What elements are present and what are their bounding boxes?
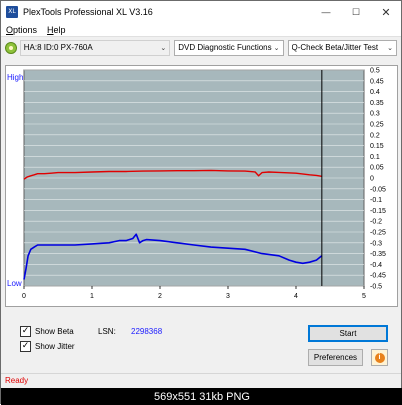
function-select[interactable]: DVD Diagnostic Functions ⌄ <box>174 39 284 56</box>
y-tick-label: -0.15 <box>370 208 386 215</box>
drive-select-value: HA:8 ID:0 PX-760A <box>23 43 93 52</box>
y-tick-label: -0.1 <box>370 197 382 204</box>
x-tick-label: 3 <box>226 293 230 300</box>
y-tick-label: -0.2 <box>370 219 382 226</box>
lsn-label: LSN: <box>98 327 116 336</box>
test-select[interactable]: Q-Check Beta/Jitter Test ⌄ <box>287 39 397 56</box>
status-bar: Ready <box>1 373 401 387</box>
y-tick-label: 0.25 <box>370 122 384 129</box>
toolbar: HA:8 ID:0 PX-760A ⌄ DVD Diagnostic Funct… <box>1 38 401 57</box>
menu-help[interactable]: Help <box>42 25 71 35</box>
y-tick-label: 0.45 <box>370 78 384 85</box>
y-tick-label: 0.35 <box>370 100 384 107</box>
info-button[interactable]: i <box>371 349 388 366</box>
maximize-button[interactable]: ☐ <box>341 1 371 23</box>
info-icon: i <box>374 352 385 363</box>
show-jitter-check-icon: ✓ <box>20 341 31 352</box>
app-window: XL PlexTools Professional XL V3.16 — ☐ ✕… <box>0 0 402 405</box>
y-tick-label: 0.05 <box>370 165 384 172</box>
show-beta-checkbox[interactable]: ✓ Show Beta <box>20 326 74 337</box>
window-title: PlexTools Professional XL V3.16 <box>23 7 153 17</box>
y-tick-label: -0.4 <box>370 262 382 269</box>
chevron-down-icon: ⌄ <box>387 44 393 52</box>
menu-bar: Options Help <box>1 23 401 37</box>
controls-panel: ✓ Show Beta ✓ Show Jitter LSN: 2298368 S… <box>1 319 401 371</box>
menu-options-mnemonic: O <box>6 24 14 35</box>
preferences-button[interactable]: Preferences <box>308 349 363 366</box>
y-tick-label: -0.25 <box>370 230 386 237</box>
y-tick-label: -0.05 <box>370 186 386 193</box>
function-select-value: DVD Diagnostic Functions <box>178 43 272 52</box>
start-button[interactable]: Start <box>308 325 388 342</box>
show-beta-label: Show Beta <box>35 327 74 336</box>
y-tick-label: 0.3 <box>370 111 380 118</box>
app-icon: XL <box>6 6 18 18</box>
y-tick-label: 0.4 <box>370 89 380 96</box>
y-tick-label: -0.3 <box>370 240 382 247</box>
status-text: Ready <box>5 376 29 385</box>
x-tick-label: 4 <box>294 293 298 300</box>
beta-jitter-chart: 0.5 0.45 0.4 0.35 0.3 0.25 0.2 0.15 0.1 0.05 0 -0.0… <box>7 68 386 301</box>
x-tick-label: 1 <box>90 293 94 300</box>
y-tick-label: -0.45 <box>370 273 386 280</box>
menu-options[interactable]: Options <box>1 25 42 35</box>
y-tick-label: 0.1 <box>370 154 380 161</box>
y-tick-label: 0.5 <box>370 68 380 75</box>
x-tick-label: 2 <box>158 293 162 300</box>
menu-help-label: elp <box>53 24 66 35</box>
show-beta-check-icon: ✓ <box>20 326 31 337</box>
y-tick-label: -0.5 <box>370 284 382 291</box>
lsn-value: 2298368 <box>131 327 163 336</box>
show-jitter-label: Show Jitter <box>35 342 75 351</box>
low-label: Low <box>7 279 22 288</box>
chart-panel: 0.5 0.45 0.4 0.35 0.3 0.25 0.2 0.15 0.1 0.05 0 -0.0… <box>5 65 398 307</box>
y-tick-label: 0.2 <box>370 132 380 139</box>
image-caption: 569x551 31kb PNG <box>1 388 402 405</box>
title-bar: XL PlexTools Professional XL V3.16 — ☐ ✕ <box>1 1 401 23</box>
drive-select[interactable]: HA:8 ID:0 PX-760A ⌄ <box>19 39 171 56</box>
menu-options-label: ptions <box>13 24 38 35</box>
y-tick-label: -0.35 <box>370 251 386 258</box>
high-label: High <box>7 73 23 82</box>
show-jitter-checkbox[interactable]: ✓ Show Jitter <box>20 341 75 352</box>
chevron-down-icon: ⌄ <box>273 44 280 52</box>
chevron-down-icon: ⌄ <box>160 44 167 52</box>
disc-drive-icon <box>5 41 17 54</box>
minimize-button[interactable]: — <box>311 1 341 23</box>
y-tick-label: 0 <box>370 176 374 183</box>
x-tick-label: 0 <box>22 293 26 300</box>
test-select-value: Q-Check Beta/Jitter Test <box>291 43 379 52</box>
x-tick-label: 5 <box>362 293 366 300</box>
close-button[interactable]: ✕ <box>371 1 401 23</box>
y-tick-label: 0.15 <box>370 143 384 150</box>
